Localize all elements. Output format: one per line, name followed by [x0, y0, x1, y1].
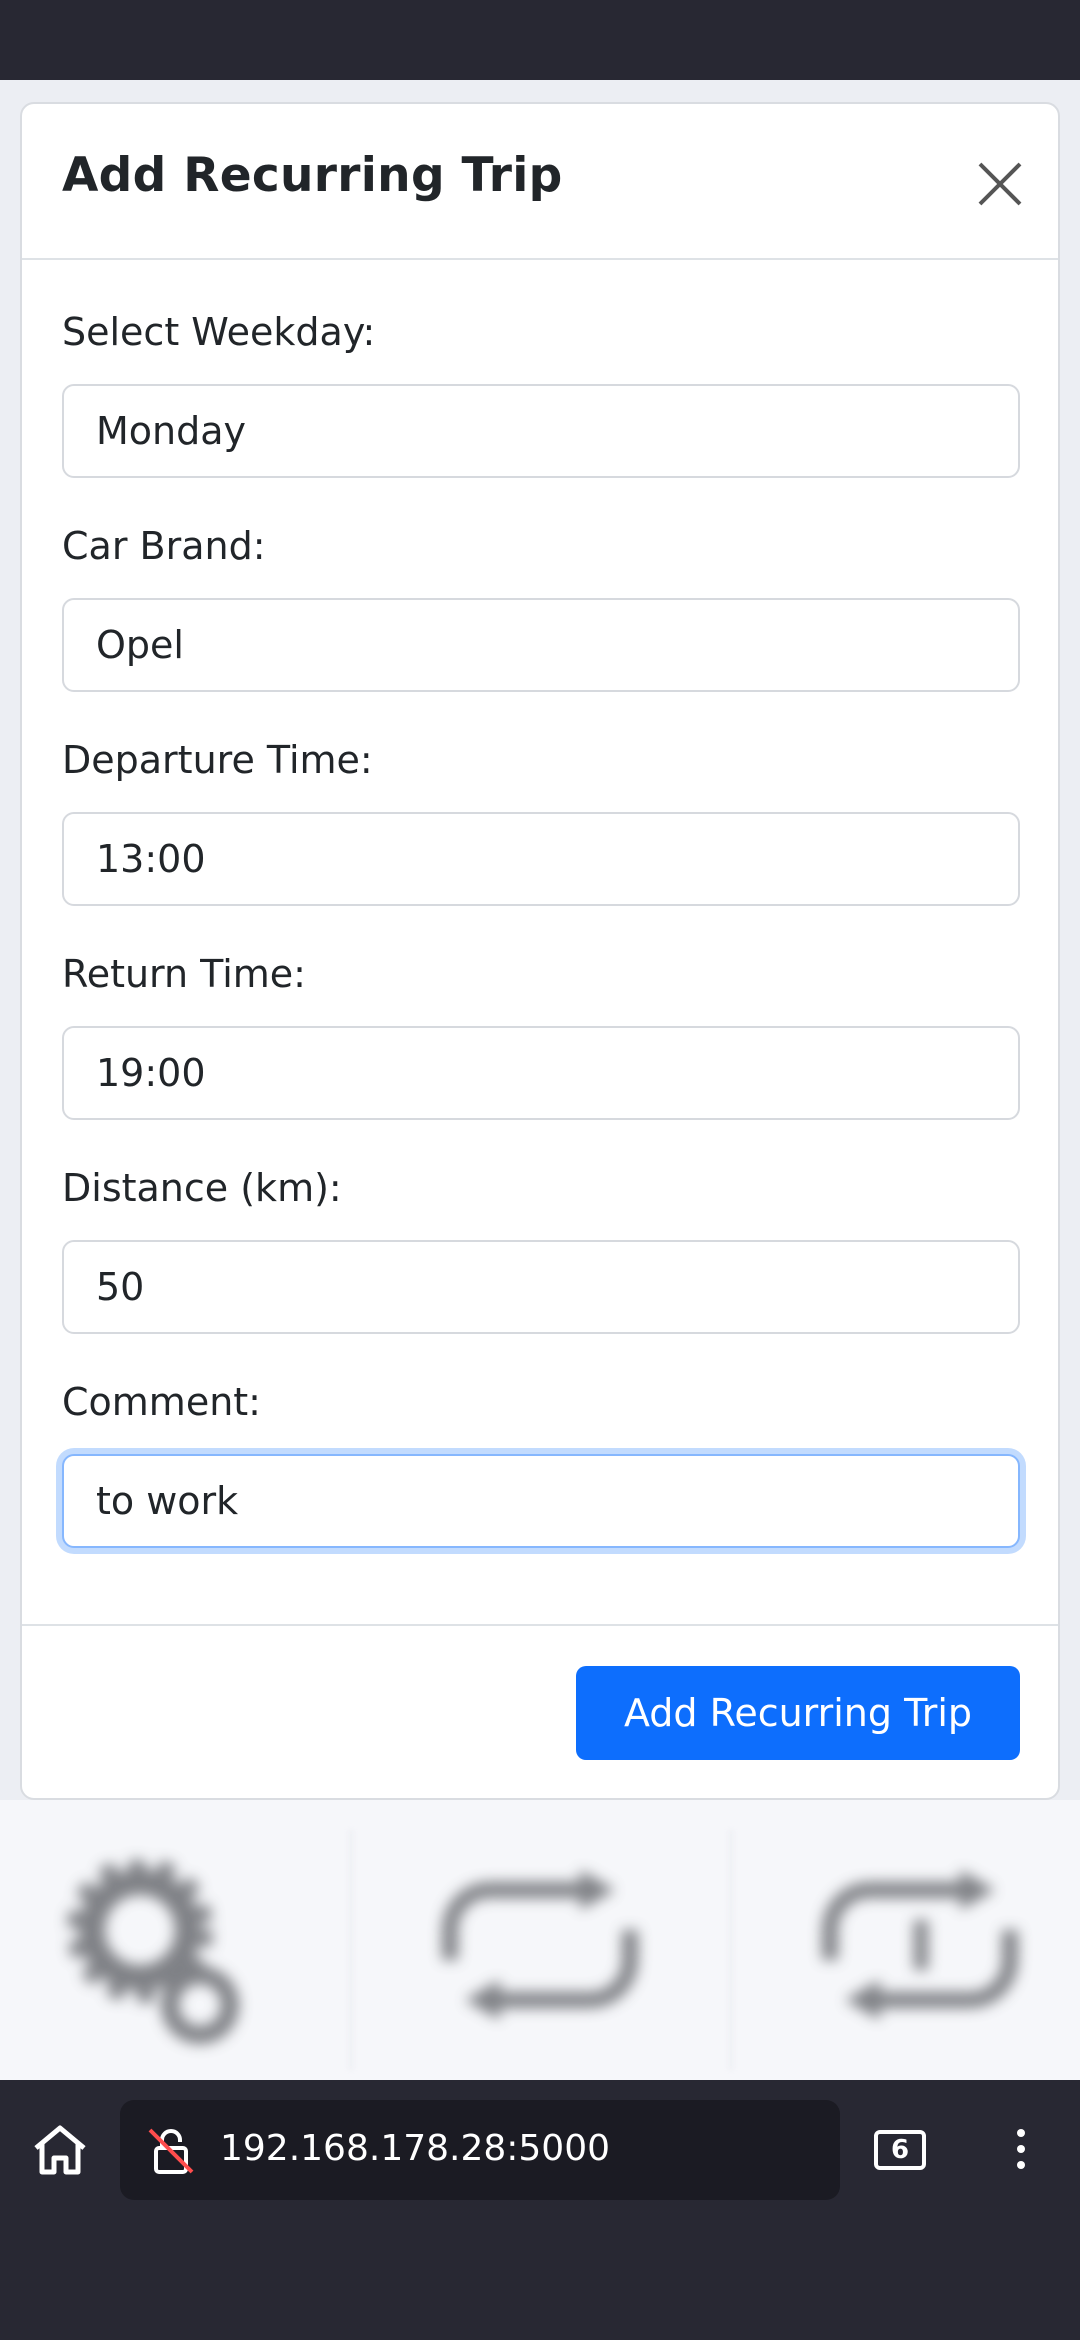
add-recurring-trip-modal: Add Recurring Trip Select Weekday: Monda… — [20, 102, 1060, 1800]
repeat-once-icon — [822, 1870, 1018, 2020]
car-brand-label: Car Brand: — [62, 524, 266, 568]
status-bar — [0, 0, 1080, 80]
insecure-lock-icon — [148, 2128, 194, 2174]
gears-icon — [67, 1860, 239, 2044]
background-divider — [730, 1830, 732, 2070]
distance-label: Distance (km): — [62, 1166, 342, 1210]
add-recurring-trip-button[interactable]: Add Recurring Trip — [576, 1666, 1020, 1760]
more-vert-icon[interactable] — [1006, 2124, 1036, 2184]
home-icon — [34, 2125, 86, 2175]
close-icon — [978, 162, 1022, 206]
address-bar[interactable]: 192.168.178.28:5000 — [120, 2100, 840, 2200]
weekday-label: Select Weekday: — [62, 310, 376, 354]
distance-input[interactable]: 50 — [62, 1240, 1020, 1334]
repeat-icon — [442, 1870, 638, 2020]
modal-title: Add Recurring Trip — [62, 148, 563, 203]
background-divider — [350, 1830, 352, 2070]
tabs-button[interactable]: 6 — [874, 2130, 926, 2170]
modal-header: Add Recurring Trip — [22, 104, 1058, 260]
return-time-label: Return Time: — [62, 952, 306, 996]
modal-footer: Add Recurring Trip — [22, 1624, 1058, 1798]
browser-toolbar: 192.168.178.28:5000 6 — [0, 2080, 1080, 2340]
return-time-input[interactable]: 19:00 — [62, 1026, 1020, 1120]
comment-input[interactable]: to work — [62, 1454, 1020, 1548]
home-button[interactable] — [30, 2120, 90, 2190]
weekday-select[interactable]: Monday — [62, 384, 1020, 478]
url-text: 192.168.178.28:5000 — [220, 2128, 611, 2169]
car-brand-input[interactable]: Opel — [62, 598, 1020, 692]
departure-time-label: Departure Time: — [62, 738, 373, 782]
close-button[interactable] — [974, 158, 1026, 210]
departure-time-input[interactable]: 13:00 — [62, 812, 1020, 906]
comment-label: Comment: — [62, 1380, 261, 1424]
